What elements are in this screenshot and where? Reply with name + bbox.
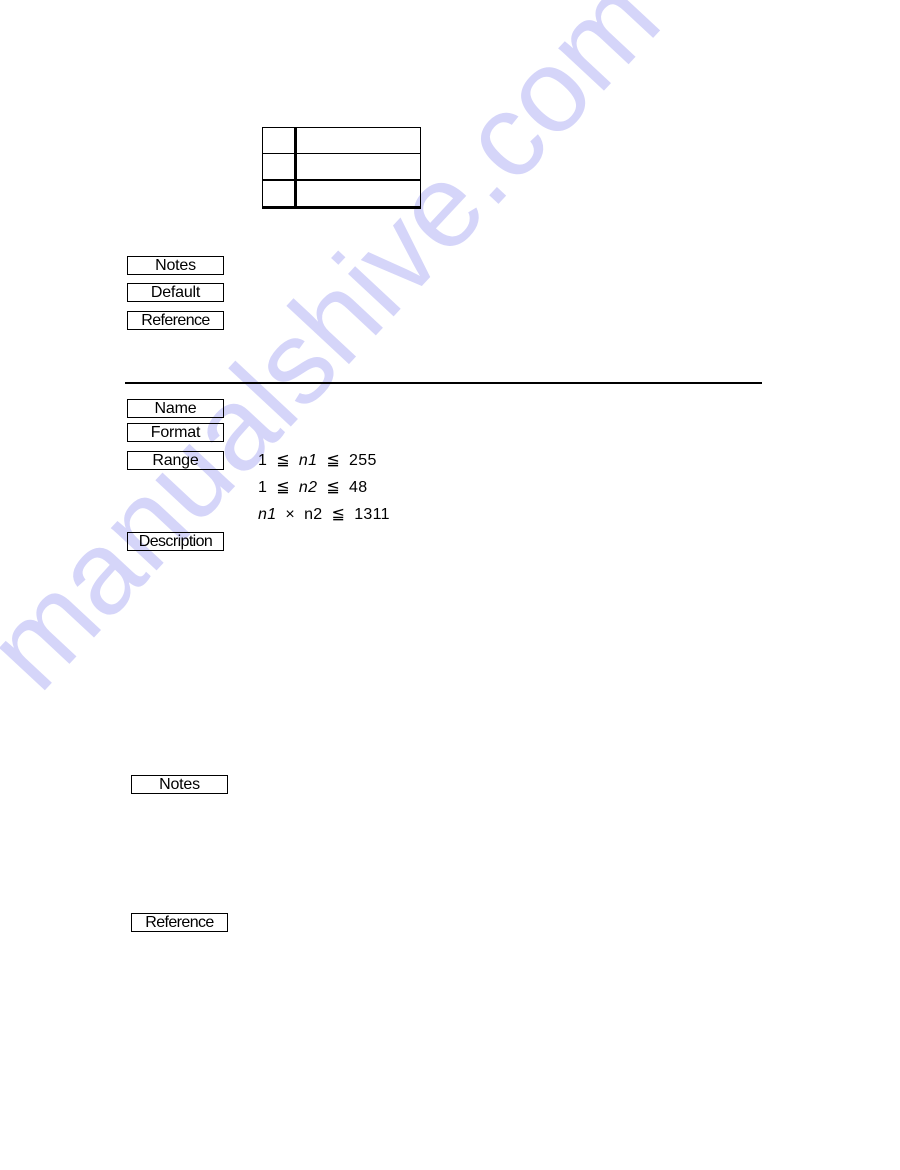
table-cell: [295, 180, 421, 209]
table-row: [262, 180, 421, 209]
description-label: Description: [127, 532, 224, 551]
range-variable: n1: [298, 452, 318, 469]
range-n2: 1 ≦ n2 ≦ 48: [258, 478, 367, 498]
range-variable: n2: [298, 479, 318, 496]
range-label: Range: [127, 451, 224, 470]
range-operator: ≦: [326, 479, 341, 496]
range-operator: ≦: [326, 452, 341, 469]
range-value: 255: [349, 452, 377, 469]
range-operator: ≦: [331, 506, 346, 523]
range-product: n1 × n2 ≦ 1311: [258, 505, 390, 525]
reference-label: Reference: [127, 311, 224, 330]
empty-table: [262, 127, 421, 209]
reference-label-2: Reference: [131, 913, 228, 932]
range-value: 1: [258, 452, 268, 469]
name-label: Name: [127, 399, 224, 418]
range-value: 48: [349, 479, 368, 496]
format-label: Format: [127, 423, 224, 442]
notes-label: Notes: [127, 256, 224, 275]
table-cell: [262, 127, 297, 154]
range-operator: ≦: [276, 479, 290, 496]
range-variable: n1: [258, 506, 277, 523]
default-label: Default: [127, 283, 224, 302]
table-cell: [295, 127, 421, 154]
range-variable: n2: [304, 506, 323, 523]
table-cell: [262, 180, 297, 209]
range-n1: 1 ≦ n1 ≦ 255: [258, 451, 377, 471]
table-cell: [262, 153, 297, 181]
table-row: [262, 153, 421, 181]
section-divider: [125, 382, 762, 384]
range-operator: ×: [285, 506, 296, 523]
table-cell: [295, 153, 421, 181]
table-row: [262, 127, 421, 154]
range-value: 1311: [354, 506, 390, 523]
range-operator: ≦: [276, 452, 290, 469]
watermark: manualshive.com: [0, 0, 685, 715]
notes-label-2: Notes: [131, 775, 228, 794]
range-value: 1: [258, 479, 268, 496]
